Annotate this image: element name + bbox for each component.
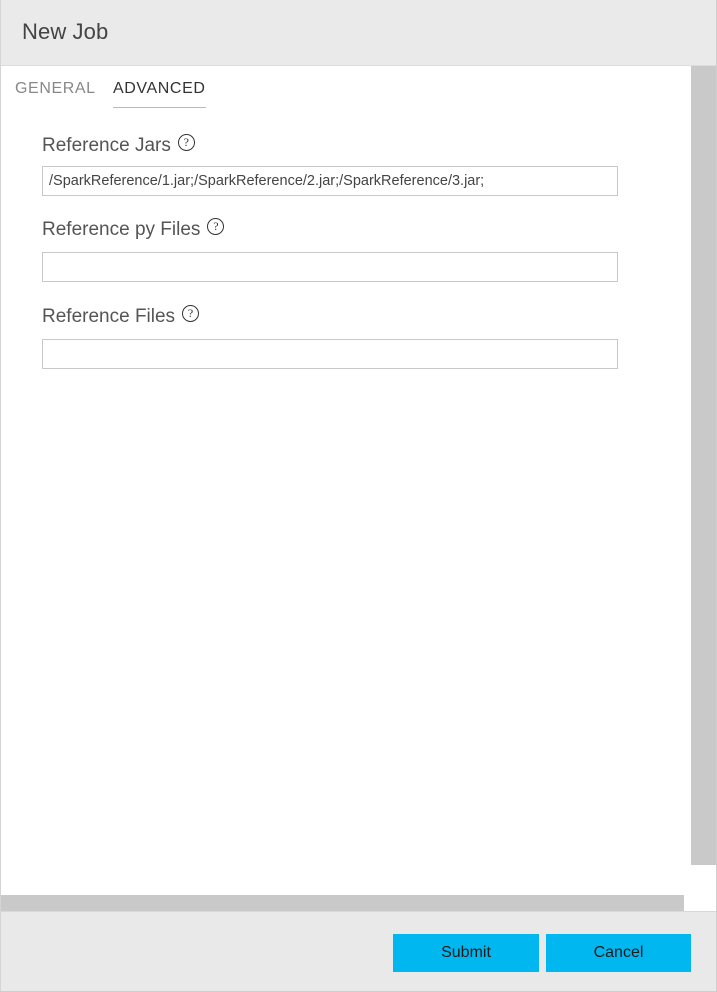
- reference-files-input[interactable]: [42, 339, 618, 369]
- help-circle-icon[interactable]: ?: [182, 305, 200, 322]
- advanced-form: Reference Jars ? Reference py Files ? Re…: [1, 128, 691, 374]
- help-circle-icon[interactable]: ?: [207, 218, 225, 235]
- field-reference-py-files: Reference py Files ?: [1, 213, 691, 282]
- reference-jars-label: Reference Jars: [42, 135, 171, 156]
- field-label-row: Reference Jars ?: [1, 128, 691, 162]
- reference-files-label: Reference Files: [42, 306, 176, 327]
- dialog-body: GENERAL ADVANCED Reference Jars ? Refere…: [1, 66, 716, 911]
- reference-py-files-label: Reference py Files: [42, 219, 201, 240]
- field-reference-files: Reference Files ?: [1, 300, 691, 369]
- field-label-row: Reference Files ?: [1, 300, 691, 334]
- vertical-scrollbar-track[interactable]: [691, 66, 716, 895]
- horizontal-scrollbar-thumb[interactable]: [1, 895, 684, 911]
- tab-general[interactable]: GENERAL: [15, 80, 96, 107]
- reference-jars-input[interactable]: [42, 166, 618, 196]
- submit-button[interactable]: Submit: [393, 934, 539, 972]
- new-job-dialog: New Job GENERAL ADVANCED Reference Jars …: [0, 0, 717, 992]
- horizontal-scrollbar-track[interactable]: [1, 895, 716, 911]
- tab-advanced[interactable]: ADVANCED: [113, 80, 206, 108]
- reference-py-files-input[interactable]: [42, 252, 618, 282]
- field-reference-jars: Reference Jars ?: [1, 128, 691, 196]
- vertical-scrollbar-thumb[interactable]: [691, 66, 716, 865]
- cancel-button[interactable]: Cancel: [546, 934, 691, 972]
- tab-strip: GENERAL ADVANCED: [1, 80, 691, 120]
- help-circle-icon[interactable]: ?: [177, 134, 195, 151]
- dialog-titlebar: New Job: [1, 0, 716, 66]
- dialog-title: New Job: [22, 19, 109, 44]
- field-label-row: Reference py Files ?: [1, 213, 691, 247]
- dialog-footer: Submit Cancel: [1, 911, 716, 991]
